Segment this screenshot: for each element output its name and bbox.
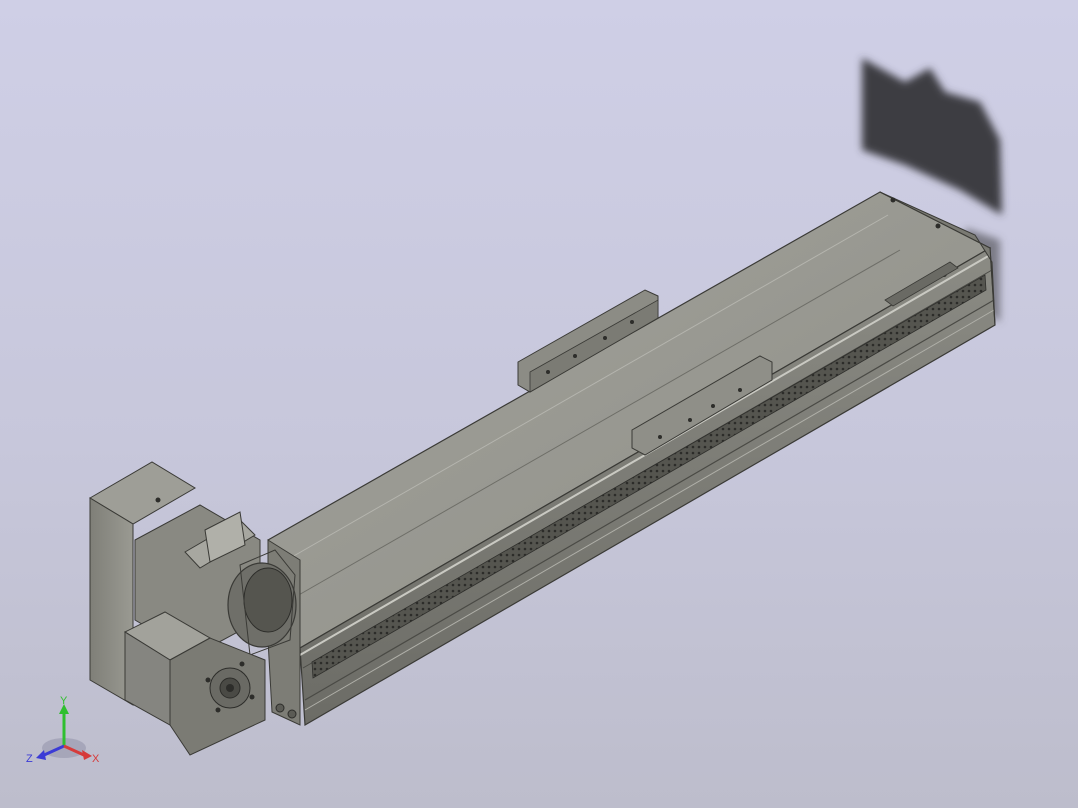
model-canvas[interactable] bbox=[0, 0, 1078, 808]
actuator-body[interactable] bbox=[267, 191, 996, 727]
x-axis-head bbox=[82, 750, 92, 760]
3d-viewport[interactable]: Y Z X bbox=[0, 0, 1078, 808]
y-axis-label: Y bbox=[60, 695, 68, 707]
z-axis-label: Z bbox=[26, 753, 33, 765]
orientation-triad[interactable]: Y Z X bbox=[26, 694, 106, 768]
x-axis-label: X bbox=[92, 753, 100, 765]
